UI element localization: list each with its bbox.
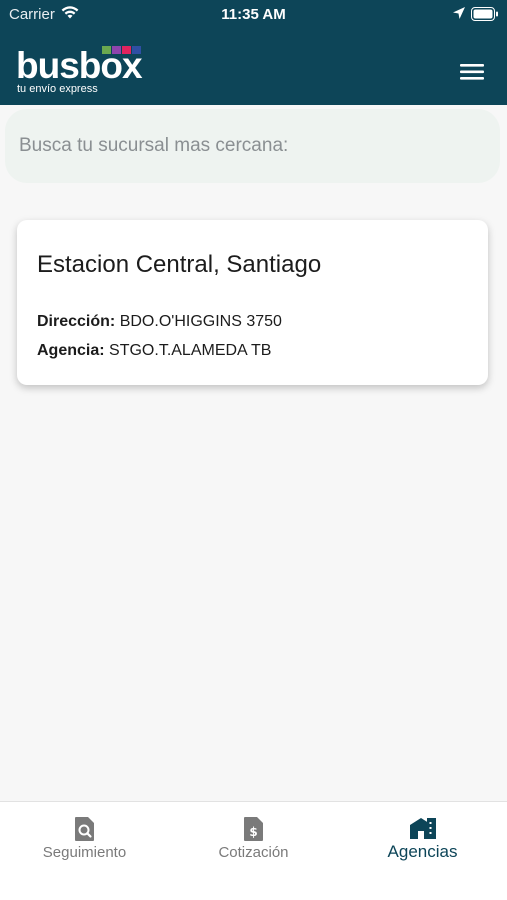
building-icon — [409, 816, 437, 845]
agency-title: Estacion Central, Santiago — [37, 251, 322, 278]
search-box — [5, 109, 500, 183]
address-value: BDO.O'HIGGINS 3750 — [119, 313, 282, 330]
logo-tagline: tu envío express — [17, 83, 98, 95]
search-input[interactable] — [19, 135, 479, 157]
location-icon — [452, 6, 466, 24]
app-header: Carrier 11:35 AM busbox tu envío express — [0, 0, 507, 105]
logo-square — [112, 46, 121, 54]
agency-name: Agencia: STGO.T.ALAMEDA TB — [37, 342, 271, 360]
busbox-logo[interactable]: busbox tu envío express — [16, 42, 146, 98]
tab-cotizacion[interactable]: $ Cotización — [169, 802, 338, 872]
logo-square — [132, 46, 141, 54]
bottom-tab-bar: Seguimiento $ Cotización Agencias — [0, 801, 507, 900]
document-dollar-icon: $ — [243, 816, 265, 847]
logo-square — [102, 46, 111, 54]
tab-label-seguimiento: Seguimiento — [42, 844, 127, 861]
status-bar: Carrier 11:35 AM — [0, 0, 507, 28]
tab-label-agencias: Agencias — [387, 842, 458, 861]
agency-card[interactable]: Estacion Central, Santiago Dirección: BD… — [17, 220, 488, 385]
tab-label-cotizacion: Cotización — [218, 844, 289, 861]
tab-agencias[interactable]: Agencias — [338, 802, 507, 872]
svg-text:$: $ — [249, 825, 257, 839]
battery-icon — [471, 7, 499, 25]
agency-address: Dirección: BDO.O'HIGGINS 3750 — [37, 313, 282, 331]
hamburger-menu-icon[interactable] — [457, 60, 487, 84]
agency-label: Agencia: — [37, 342, 105, 359]
tab-seguimiento[interactable]: Seguimiento — [0, 802, 169, 872]
status-time: 11:35 AM — [221, 6, 286, 23]
logo-squares — [102, 46, 142, 56]
logo-square — [122, 46, 131, 54]
app-screen: Carrier 11:35 AM busbox tu envío express… — [0, 0, 507, 900]
address-label: Dirección: — [37, 313, 116, 330]
document-search-icon — [74, 816, 96, 847]
agency-value: STGO.T.ALAMEDA TB — [109, 342, 272, 359]
